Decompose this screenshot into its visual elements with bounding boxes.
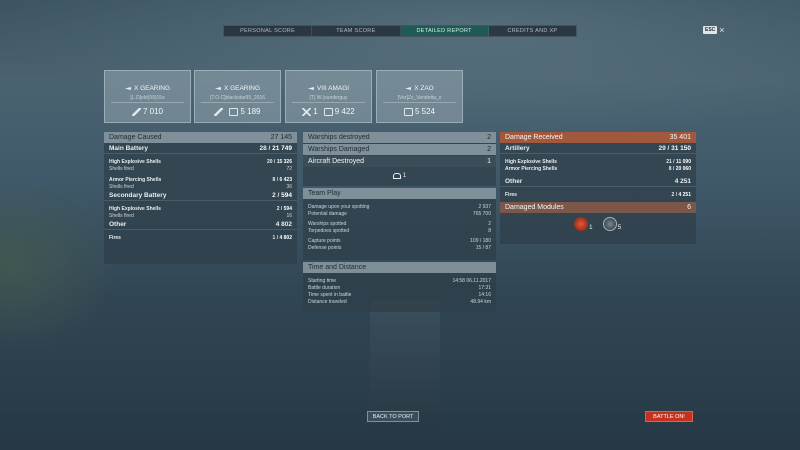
esc-key-badge: ESC — [703, 26, 718, 34]
player-card: X GEARING [T.O.C]blackstar99_2016 5 189 — [194, 70, 281, 123]
torpedo-icon — [214, 107, 224, 116]
he-shells-row: High Explosive Shells 20 / 15 326 — [109, 158, 292, 165]
stat-value: 9 422 — [334, 107, 355, 116]
fires-row: Fires 1 / 4 802 — [109, 234, 292, 241]
spotting-summary: 1 — [303, 167, 496, 185]
damage-caused-header: Damage Caused 27 145 — [104, 132, 297, 143]
team-play-row: Defense points 15 / 87 — [308, 244, 491, 251]
torpedo-icon — [131, 107, 141, 116]
damaged-modules-list: 1 5 — [500, 213, 696, 231]
fire-icon — [574, 217, 588, 231]
main-battery-row: Main Battery 28 / 21 749 — [104, 143, 297, 154]
ap-received-row: Armor Piercing Shells 8 / 20 060 — [505, 165, 691, 172]
damage-caused-panel: Damage Caused 27 145 Main Battery 28 / 21 … — [104, 132, 297, 264]
stat-value: 5 524 — [414, 107, 436, 116]
team-play-row: Warships spotted 2 — [308, 220, 491, 227]
ship-name: VIII AMAGI — [316, 85, 350, 92]
player-name: [T] W.(sunderguy — [309, 95, 348, 101]
ship-name: X ZAO — [414, 85, 434, 92]
he-received-row: High Explosive Shells 21 / 11 090 — [505, 158, 691, 165]
steering-icon — [602, 217, 617, 231]
time-row: Battle duration 17:31 — [308, 284, 491, 291]
damage-received-panel: Damage Received 35 401 Artillery 29 / 31 1… — [500, 132, 696, 244]
secondary-he-row: High Explosive Shells 2 / 594 — [109, 205, 292, 212]
kill-icon — [302, 107, 312, 116]
damage-received-header: Damage Received 35 401 — [500, 132, 696, 143]
team-play-row: Potential damage 765 700 — [308, 210, 491, 217]
stat-value: 7 010 — [142, 107, 164, 116]
ship-name: X GEARING — [133, 85, 171, 92]
spotting-icon — [392, 173, 401, 179]
close-control[interactable]: ESC × — [703, 26, 725, 35]
damage-icon — [403, 107, 413, 116]
warships-damaged-row: Warships Damaged 2 — [303, 144, 496, 155]
player-name: [Ver]Zx_Vendetta_x — [397, 95, 442, 101]
damage-icon — [323, 107, 333, 116]
ship-name: X GEARING — [223, 85, 261, 92]
divider — [201, 102, 274, 103]
team-play-row: Damage upon your spotting 2 937 — [308, 203, 491, 210]
divider — [292, 102, 365, 103]
warships-destroyed-row: Warships destroyed 2 — [303, 132, 496, 143]
player-card: X ZAO [Ver]Zx_Vendetta_x 5 524 — [376, 70, 463, 123]
tab-personal-score[interactable]: PERSONAL SCORE — [224, 26, 313, 36]
time-row: Starting time 14:58 06.11.2017 — [308, 277, 491, 284]
artillery-row: Artillery 29 / 31 150 — [500, 143, 696, 154]
time-distance-header: Time and Distance — [303, 262, 496, 273]
tab-bar: PERSONAL SCORE TEAM SCORE DETAILED REPOR… — [223, 25, 577, 37]
team-play-row: Capture points 109 / 180 — [308, 237, 491, 244]
player-name: [T.O.C]blackstar99_2016 — [209, 95, 266, 101]
divider — [383, 102, 456, 103]
team-play-panel: Team Play Damage upon your spotting 2 937… — [303, 188, 496, 260]
close-icon[interactable]: × — [719, 26, 724, 35]
divider — [111, 102, 184, 103]
stat-value: 5 189 — [240, 107, 261, 116]
shells-fired-row: Shells fired 36 — [109, 183, 292, 190]
time-row: Distance traveled 48.94 km — [308, 298, 491, 305]
other-received-row: Other 4 251 — [500, 176, 696, 187]
time-row: Time spent in battle 14:16 — [308, 291, 491, 298]
battle-button[interactable]: BATTLE ON! — [645, 411, 693, 422]
back-to-port-button[interactable]: BACK TO PORT — [367, 411, 419, 422]
tab-credits-xp[interactable]: CREDITS AND XP — [489, 26, 576, 36]
player-card: X GEARING [L.D]eld(99)15s 7 010 — [104, 70, 191, 123]
shells-fired-row: Shells fired 72 — [109, 165, 292, 172]
damaged-modules-header: Damaged Modules 6 — [500, 202, 696, 213]
ship-class-icon — [405, 87, 412, 90]
ship-class-icon — [124, 87, 131, 90]
ship-class-icon — [214, 87, 221, 90]
tab-detailed-report[interactable]: DETAILED REPORT — [400, 26, 489, 36]
player-card: VIII AMAGI [T] W.(sunderguy 1 9 422 — [285, 70, 372, 123]
secondary-battery-row: Secondary Battery 2 / 594 — [104, 190, 297, 201]
fires-received-row: Fires 2 / 4 251 — [505, 191, 691, 198]
player-name: [L.D]eld(99)15s — [130, 95, 165, 101]
team-play-header: Team Play — [303, 188, 496, 199]
shells-fired-row: Shells fired 16 — [109, 212, 292, 219]
time-distance-panel: Time and Distance Starting time 14:58 06.… — [303, 262, 496, 312]
other-row: Other 4 802 — [104, 219, 297, 230]
tab-team-score[interactable]: TEAM SCORE — [312, 26, 401, 36]
aircraft-destroyed-row: Aircraft Destroyed 1 — [303, 156, 496, 167]
ship-class-icon — [307, 87, 314, 90]
damage-icon — [229, 107, 239, 116]
team-play-row: Torpedoes spotted 8 — [308, 227, 491, 234]
ap-shells-row: Armor Piercing Shells 8 / 6 423 — [109, 176, 292, 183]
stat-value: 1 — [313, 107, 318, 116]
warships-summary-panel: Warships destroyed 2 Warships Damaged 2 Ai… — [303, 132, 496, 186]
background-land — [0, 175, 120, 355]
